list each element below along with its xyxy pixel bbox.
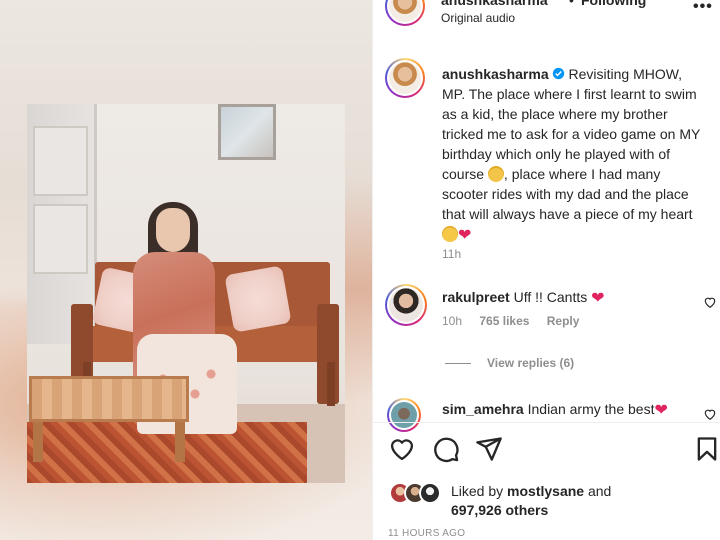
caption-username[interactable]: anushkasharma bbox=[442, 66, 549, 82]
liked-by-and: and bbox=[587, 483, 612, 499]
separator-dot: • bbox=[569, 0, 574, 8]
commenter-avatar[interactable] bbox=[387, 398, 421, 432]
heart-outline-icon[interactable] bbox=[388, 435, 416, 463]
replies-divider-line bbox=[445, 363, 471, 365]
heart-emoji-icon: ❤ bbox=[654, 402, 668, 419]
verified-badge-icon bbox=[552, 67, 564, 80]
section-divider bbox=[373, 422, 720, 423]
likes-summary: Liked by mostlysane and 697,926 others bbox=[373, 478, 720, 520]
caption-author-avatar[interactable] bbox=[385, 58, 425, 98]
smirk-emoji-icon bbox=[487, 166, 504, 182]
commenter-avatar[interactable] bbox=[385, 284, 427, 326]
author-avatar[interactable] bbox=[385, 0, 425, 26]
liked-by-prefix: Liked by bbox=[451, 483, 504, 499]
audio-label[interactable]: Original audio bbox=[441, 11, 515, 25]
commenter-username[interactable]: sim_amehra bbox=[442, 401, 524, 417]
view-replies-label: View replies (6) bbox=[487, 356, 575, 370]
author-username[interactable]: anushkasharma bbox=[441, 0, 548, 8]
comment-bubble-icon[interactable] bbox=[432, 435, 460, 463]
comment-likes[interactable]: 765 likes bbox=[479, 314, 529, 328]
heart-emoji-icon: ❤ bbox=[591, 290, 605, 307]
comment-text: rakulpreet Uff !! Cantts ❤ bbox=[442, 288, 692, 308]
more-options-icon[interactable]: ••• bbox=[693, 0, 713, 16]
comment-like-icon[interactable] bbox=[703, 295, 717, 309]
heart-emoji-icon: ❤ bbox=[458, 227, 472, 244]
bookmark-icon[interactable] bbox=[693, 435, 720, 463]
liked-by-text: Liked by mostlysane and 697,926 others bbox=[451, 482, 611, 520]
comment-body: Indian army the best bbox=[527, 401, 655, 417]
post-header: anushkasharma • Following Original audio… bbox=[373, 0, 720, 44]
comment-like-icon[interactable] bbox=[703, 407, 717, 421]
liker-avatar[interactable] bbox=[419, 482, 441, 504]
comment-body: Uff !! Cantts bbox=[513, 289, 588, 305]
reply-button[interactable]: Reply bbox=[547, 314, 580, 328]
caption-time: 11h bbox=[442, 247, 462, 261]
cushion bbox=[224, 265, 292, 333]
post-timestamp[interactable]: 11 HOURS AGO bbox=[388, 528, 465, 539]
post-photo bbox=[27, 104, 345, 483]
post-details-panel: anushkasharma • Following Original audio… bbox=[372, 0, 720, 540]
action-bar bbox=[373, 430, 720, 470]
coffee-table bbox=[29, 376, 189, 422]
wall-picture-frame bbox=[218, 104, 276, 160]
caption-text: anushkasharma Revisiting MHOW, MP. The p… bbox=[442, 64, 704, 246]
view-replies-button[interactable]: View replies (6) bbox=[445, 356, 574, 370]
smiling-face-with-hearts-emoji-icon bbox=[442, 226, 458, 242]
post-media[interactable] bbox=[0, 0, 372, 540]
liked-by-username[interactable]: mostlysane bbox=[507, 483, 584, 499]
comment-meta: 10h 765 likes Reply bbox=[442, 314, 593, 328]
paper-plane-icon[interactable] bbox=[475, 435, 503, 463]
comment-text: sim_amehra Indian army the best❤ bbox=[442, 400, 692, 420]
following-button[interactable]: Following bbox=[581, 0, 646, 8]
commenter-username[interactable]: rakulpreet bbox=[442, 289, 510, 305]
caption-body: Revisiting MHOW, MP. The place where I f… bbox=[442, 66, 701, 182]
comment-time: 10h bbox=[442, 314, 463, 328]
likes-count[interactable]: 697,926 others bbox=[451, 502, 548, 518]
